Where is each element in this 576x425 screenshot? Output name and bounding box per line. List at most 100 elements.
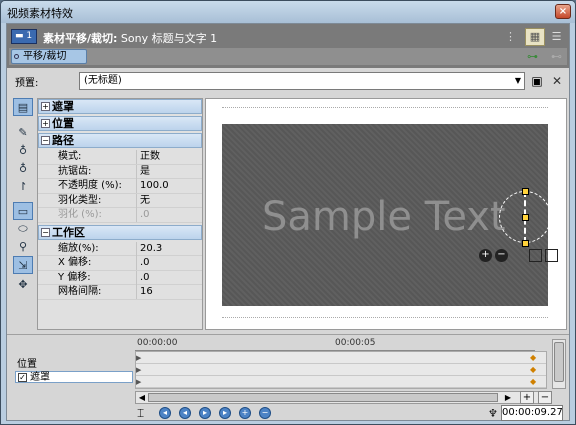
property-row[interactable]: 缩放(%): 20.3 <box>38 241 202 256</box>
collapse-icon[interactable]: − <box>41 227 50 237</box>
property-row[interactable]: 网格间隔: 16 <box>38 285 202 300</box>
fx-subtitle: Sony 标题与文字 1 <box>120 32 218 45</box>
move-tool-icon[interactable]: ✥ <box>13 276 33 294</box>
next-keyframe-icon[interactable]: ▸ <box>199 407 211 419</box>
timeline-zoom-out-icon[interactable]: − <box>538 391 552 404</box>
frame-size-icon[interactable] <box>545 249 558 262</box>
zoom-in-icon[interactable]: + <box>479 249 492 262</box>
property-value[interactable]: .0 <box>136 256 202 270</box>
remove-plugin-icon[interactable]: ⊷ <box>549 49 564 64</box>
property-value[interactable]: 正数 <box>136 150 202 164</box>
remove-point-tool-icon[interactable]: ♁ <box>13 160 33 178</box>
timeline-zoom-in-icon[interactable]: + <box>520 391 534 404</box>
section-workspace[interactable]: − 工作区 <box>38 224 202 240</box>
scroll-right-icon[interactable]: ▶ <box>502 392 514 403</box>
sync-cursor-icon[interactable]: ⌶ <box>137 406 144 421</box>
property-value[interactable]: 是 <box>136 164 202 179</box>
prev-keyframe-icon[interactable]: ◂ <box>179 407 191 419</box>
title-bar[interactable]: 视频素材特效 × <box>1 1 575 23</box>
keyframe-lane[interactable]: ▶ ◆ <box>136 364 546 376</box>
normal-edit-tool-icon[interactable]: ▤ <box>13 98 33 116</box>
property-value[interactable]: 16 <box>136 285 202 299</box>
end-keyframe-icon[interactable]: ◆ <box>530 365 536 374</box>
dropdown-arrow-icon[interactable]: ▼ <box>515 73 521 89</box>
property-row[interactable]: 模式: 正数 <box>38 150 202 165</box>
time-ruler[interactable]: 00:00:00 00:00:05 <box>135 337 535 351</box>
close-button[interactable]: × <box>555 4 571 19</box>
zoom-tool-icon[interactable]: ⚲ <box>13 238 33 256</box>
track-item[interactable]: 位置 <box>15 359 133 371</box>
delete-preset-icon[interactable]: ✕ <box>549 73 565 89</box>
property-row: 羽化 (%): .0 <box>38 208 202 223</box>
section-path[interactable]: − 路径 <box>38 133 202 148</box>
property-value[interactable]: 20.3 <box>136 241 202 256</box>
keyframe-marker-icon[interactable]: ▶ <box>136 366 141 374</box>
rectangle-tool-icon[interactable]: ▭ <box>13 202 33 220</box>
insert-plugin-icon[interactable]: ⊶ <box>525 49 540 64</box>
mask-handle-center[interactable] <box>522 214 529 221</box>
property-value[interactable]: 100.0 <box>136 179 202 193</box>
sample-text: Sample Text <box>262 194 506 240</box>
property-label: Y 偏移: <box>58 271 91 283</box>
split-tangent-tool-icon[interactable]: ↾ <box>13 178 33 196</box>
property-row[interactable]: 抗锯齿: 是 <box>38 164 202 179</box>
last-keyframe-icon[interactable]: ▸ <box>219 407 231 419</box>
timecode-display[interactable]: 00:00:09.27 <box>501 405 563 421</box>
property-label: 抗锯齿: <box>58 165 92 177</box>
preset-select[interactable]: (无标题) ▼ <box>79 72 525 90</box>
save-preset-icon[interactable]: ▣ <box>529 73 545 89</box>
property-row[interactable]: 羽化类型: 无 <box>38 193 202 208</box>
fit-frame-icon[interactable] <box>529 249 542 262</box>
end-keyframe-icon[interactable]: ◆ <box>530 377 536 386</box>
track-item[interactable]: ✓ 遮罩 <box>15 371 133 383</box>
property-value[interactable]: 无 <box>136 193 202 208</box>
ruler-label: 00:00:05 <box>335 338 376 348</box>
keyframe-lane[interactable]: ▶ ◆ <box>136 376 546 388</box>
mask-handle-top[interactable] <box>522 188 529 195</box>
zoom-out-icon[interactable]: − <box>495 249 508 262</box>
property-value: .0 <box>136 208 202 222</box>
checkbox-icon[interactable]: ✓ <box>18 372 27 382</box>
section-position[interactable]: + 位置 <box>38 116 202 131</box>
expand-icon[interactable]: + <box>41 102 50 111</box>
keyframe-marker-icon[interactable]: ▶ <box>136 354 141 362</box>
ellipse-tool-icon[interactable]: ⬭ <box>13 220 33 238</box>
property-row[interactable]: Y 偏移: .0 <box>38 270 202 285</box>
keyframe-area[interactable]: ▶ ◆ ▶ ◆ ▶ ◆ <box>135 351 547 389</box>
ruler-label: 00:00:00 <box>137 338 178 348</box>
add-point-tool-icon[interactable]: ♁ <box>13 142 33 160</box>
end-keyframe-icon[interactable]: ◆ <box>530 353 536 362</box>
add-keyframe-icon[interactable]: + <box>239 407 251 419</box>
keyframe-marker-icon[interactable]: ▶ <box>136 378 141 386</box>
horizontal-scrollbar[interactable]: ◀ ▶ <box>135 391 547 404</box>
preview-area[interactable]: Sample Text + − <box>205 98 567 330</box>
scroll-thumb[interactable] <box>554 342 564 382</box>
scroll-thumb[interactable] <box>148 393 498 402</box>
scroll-left-icon[interactable]: ◀ <box>136 392 148 403</box>
bypass-dot-icon[interactable] <box>14 54 19 59</box>
collapse-icon[interactable]: − <box>41 136 50 145</box>
vertical-scrollbar[interactable] <box>552 339 566 389</box>
delete-keyframe-icon[interactable]: − <box>259 407 271 419</box>
fx-badge[interactable]: ▬ 1 <box>11 29 37 44</box>
pen-tool-icon[interactable]: ✎ <box>13 124 33 142</box>
anchor-tool-icon[interactable]: ⇲ <box>13 256 33 274</box>
property-value[interactable]: .0 <box>136 270 202 285</box>
expand-icon[interactable]: + <box>41 119 50 128</box>
section-mask-label: 遮罩 <box>52 100 74 113</box>
list-view-icon[interactable]: ☰ <box>549 29 564 44</box>
keyframe-lane[interactable]: ▶ ◆ <box>136 352 546 364</box>
property-row[interactable]: 不透明度 (%): 100.0 <box>38 179 202 194</box>
track-list: 位置 ✓ 遮罩 <box>15 359 133 401</box>
timeline-zoom: + − <box>520 391 566 405</box>
property-row[interactable]: X 偏移: .0 <box>38 256 202 271</box>
more-icon[interactable]: ⋮ <box>503 29 518 44</box>
preset-value: (无标题) <box>84 75 122 86</box>
chain-view-button[interactable]: ▦ <box>525 28 545 46</box>
property-label: 不透明度 (%): <box>58 180 122 191</box>
fx-chain-item[interactable]: 平移/裁切 <box>11 49 87 64</box>
mask-handle-bottom[interactable] <box>522 240 529 247</box>
section-mask[interactable]: + 遮罩 <box>38 99 202 114</box>
first-keyframe-icon[interactable]: ◂ <box>159 407 171 419</box>
property-label: 模式: <box>58 151 82 162</box>
